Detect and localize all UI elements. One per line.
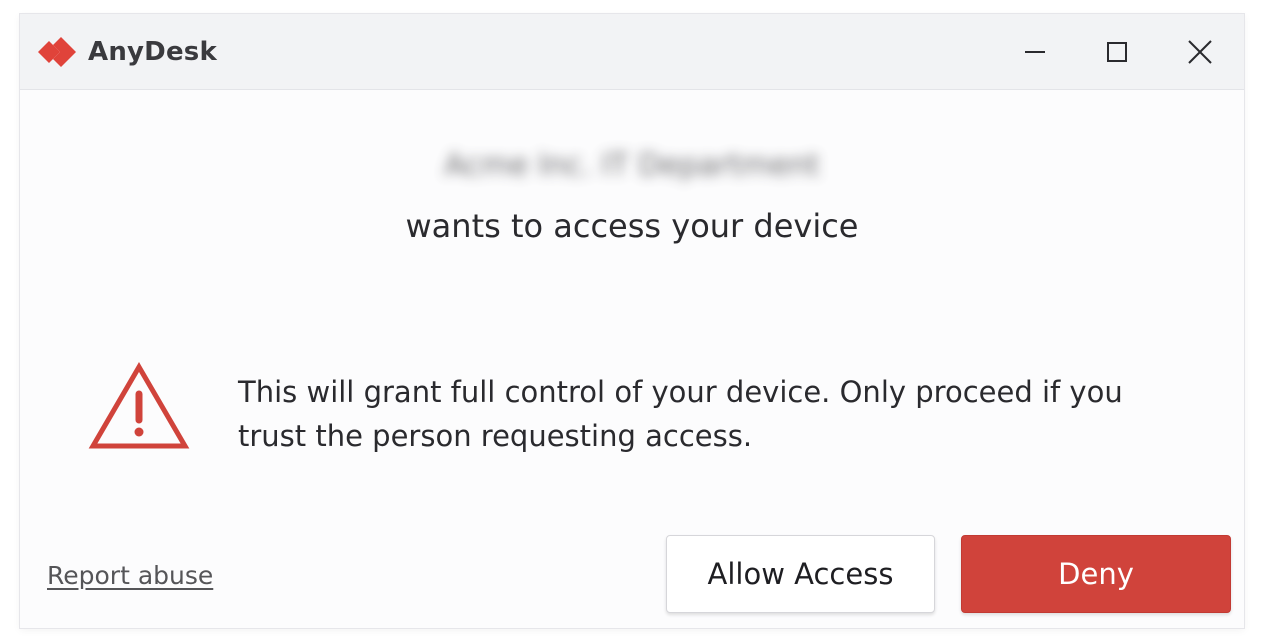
warning-triangle-icon	[88, 362, 190, 449]
access-request-dialog: AnyDesk Acme Inc. IT Department wants to…	[20, 14, 1244, 628]
minimize-icon	[1025, 51, 1045, 53]
anydesk-logo-icon	[38, 37, 76, 67]
maximize-icon	[1107, 42, 1127, 62]
app-title: AnyDesk	[88, 37, 217, 67]
allow-access-button[interactable]: Allow Access	[666, 535, 935, 613]
maximize-button[interactable]	[1095, 32, 1139, 72]
minimize-button[interactable]	[1013, 32, 1057, 72]
close-icon	[1188, 40, 1212, 64]
title-bar[interactable]: AnyDesk	[20, 14, 1244, 90]
report-abuse-link[interactable]: Report abuse	[47, 558, 213, 594]
deny-button[interactable]: Deny	[961, 535, 1231, 613]
warning-text: This will grant full control of your dev…	[238, 375, 1123, 453]
requester-name: Acme Inc. IT Department	[444, 148, 820, 183]
request-message: wants to access your device	[405, 207, 859, 245]
close-button[interactable]	[1178, 32, 1222, 72]
